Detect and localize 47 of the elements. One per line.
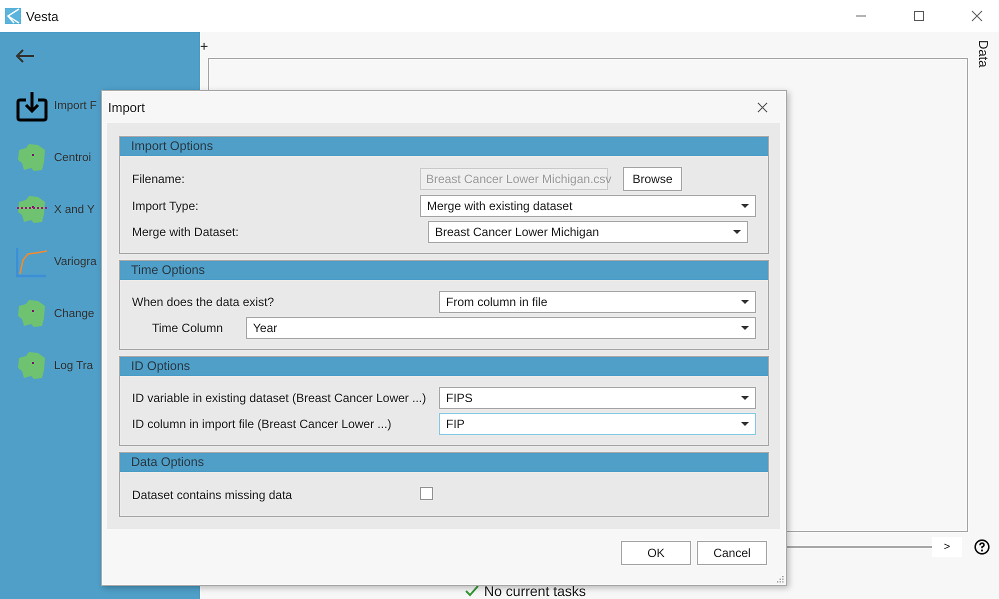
next-button[interactable]: > [932,537,962,557]
field-label: Time Column [152,321,224,335]
close-icon[interactable] [757,102,768,112]
dropdown[interactable]: FIPS [439,387,756,409]
caret-icon [741,204,749,208]
section-header: Time Options [120,261,768,280]
field-label: Dataset contains missing data [132,488,294,502]
checkbox[interactable] [420,487,433,500]
ok-button[interactable]: OK [621,541,691,565]
caret-icon [741,396,749,400]
close-icon[interactable] [971,10,983,22]
field-label: Merge with Dataset: [132,225,240,239]
caret-icon [733,230,741,234]
dropdown[interactable]: From column in file [439,291,756,313]
map-icon [16,350,48,382]
field-label: ID variable in existing dataset (Breast Cancer Lower ...) [132,391,428,405]
section-header: ID Options [120,357,768,376]
status-text: No current tasks [484,583,586,599]
field-label: ID column in import file (Breast Cancer Lower ...) [132,417,392,431]
download-icon [16,90,48,122]
window-title: Vesta [26,8,59,24]
resize-grip-icon[interactable] [777,576,784,583]
back-arrow-icon[interactable] [15,48,35,64]
map-points-icon [16,194,48,226]
maximize-icon[interactable] [913,10,925,22]
data-tab[interactable]: Data [976,40,991,72]
dropdown[interactable]: FIP [439,413,756,435]
caret-icon [741,300,749,304]
map-icon [16,142,48,174]
dropdown[interactable]: Breast Cancer Lower Michigan [428,221,748,243]
field-label: When does the data exist? [132,295,276,309]
caret-icon [741,422,749,426]
cancel-button[interactable]: Cancel [697,541,767,565]
section-header: Import Options [120,137,768,156]
dropdown[interactable]: Year [246,317,756,339]
dropdown[interactable]: Merge with existing dataset [420,195,756,217]
add-tab-button[interactable]: + [200,39,210,53]
caret-icon [741,326,749,330]
app-logo-icon [5,8,21,24]
section-header: Data Options [120,453,768,472]
field-label: Import Type: [132,199,200,213]
field-label: Filename: [132,172,186,186]
check-icon [465,585,479,597]
map-icon [16,298,48,330]
help-icon[interactable] [974,539,990,555]
dialog-title: Import [108,100,145,114]
line-chart-icon [16,246,48,278]
